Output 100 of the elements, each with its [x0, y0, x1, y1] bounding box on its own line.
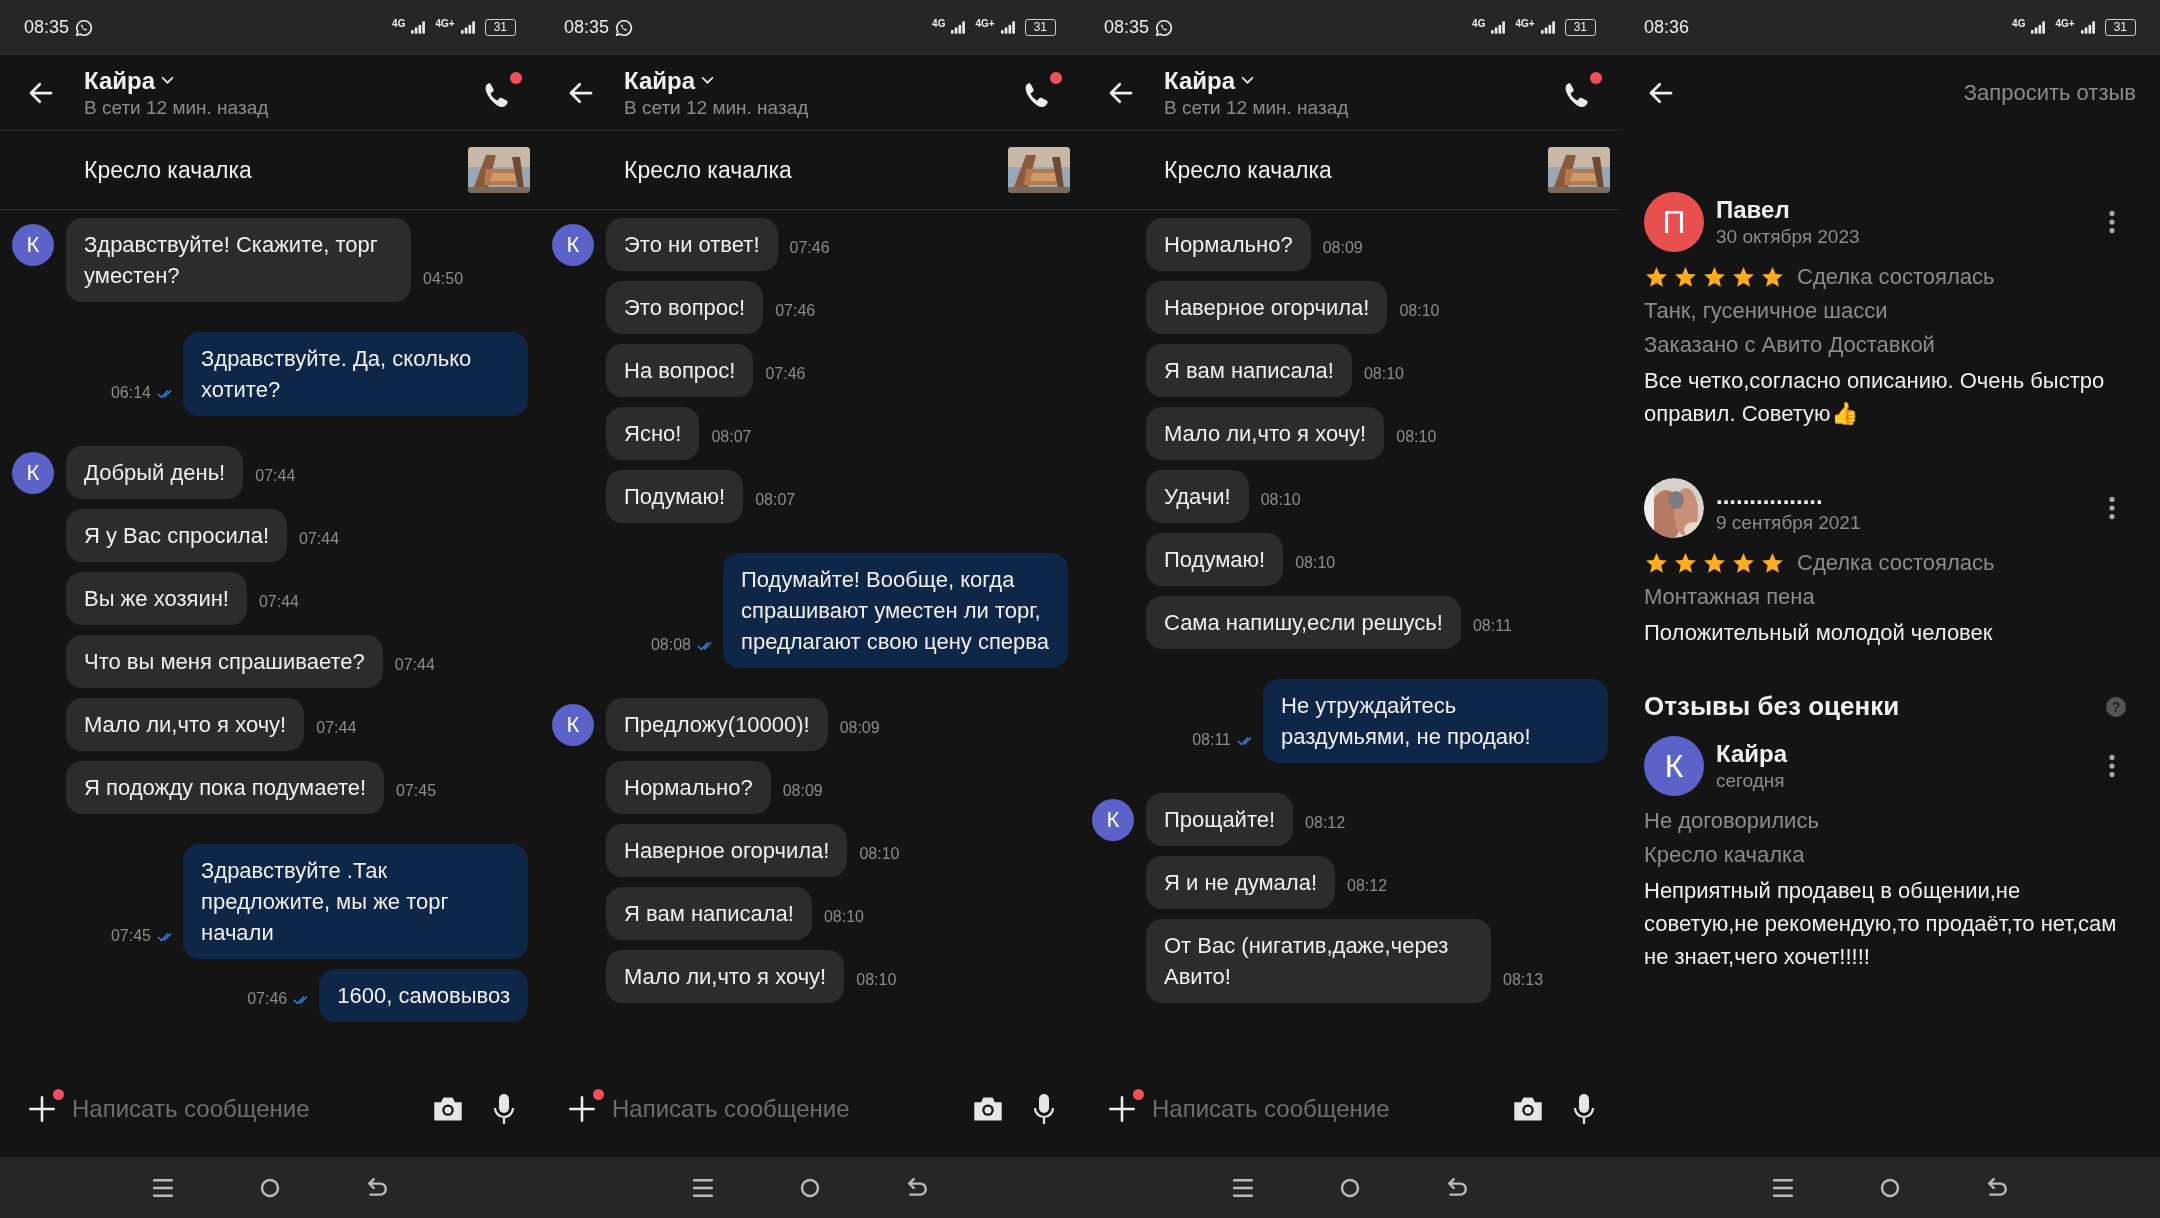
plus-icon[interactable] [568, 1094, 596, 1123]
message-bubble: Я и не думала! [1146, 856, 1336, 909]
message-bubble: Вы же хозяин! [66, 572, 247, 625]
chevron-down-icon[interactable] [701, 76, 715, 85]
message-time: 08:11 [1472, 617, 1512, 635]
message-time: 07:46 [247, 990, 288, 1008]
status-time: 08:36 [1644, 17, 1690, 38]
message-time: 08:09 [839, 719, 880, 737]
menu-icon[interactable] [1772, 1177, 1795, 1198]
back-icon[interactable] [905, 1177, 928, 1198]
signal-icon [460, 21, 475, 34]
listing-title[interactable]: Кресло качалка [84, 156, 468, 184]
message-bubble: Здравствуйте! Скажите, торг уместен? [66, 218, 411, 302]
network-label: 4G+ [2055, 18, 2075, 29]
review-text: Неприятный продавец в общении,не советую,не рекомендую,то продаёт,то нет,сам не знает,чего хочет!!!!! [1644, 878, 2117, 969]
more-icon[interactable] [2108, 210, 2116, 234]
message-bubble: Я вам написала! [1146, 344, 1352, 397]
deal-status: Сделка состоялась [1797, 264, 1995, 290]
message-time: 08:13 [1503, 971, 1544, 989]
message-bubble: Я у Вас спросила! [66, 509, 287, 562]
message-bubble: Наверное огорчила! [606, 824, 848, 877]
message-bubble: Наверное огорчила! [1146, 281, 1388, 334]
message-bubble: Прощайте! [1146, 793, 1294, 846]
message-bubble: Я вам написала! [606, 887, 812, 940]
back-icon[interactable] [1985, 1177, 2008, 1198]
message-bubble: Удачи! [1146, 470, 1249, 523]
chevron-down-icon[interactable] [161, 76, 175, 85]
message-bubble: Здравствуйте .Так предложите, мы же торг начали [183, 844, 528, 959]
menu-icon[interactable] [1232, 1177, 1255, 1198]
home-icon[interactable] [1339, 1177, 1361, 1198]
section-title: Отзывы без оценки [1644, 691, 1900, 722]
microphone-icon[interactable] [1032, 1091, 1056, 1126]
review-date: сегодня [1716, 770, 1786, 792]
battery-indicator: 31 [484, 19, 516, 36]
home-icon[interactable] [259, 1177, 281, 1198]
message-time: 07:46 [775, 302, 816, 320]
home-icon[interactable] [799, 1177, 821, 1198]
message-input[interactable]: Написать сообщение [610, 1093, 958, 1124]
listing-title[interactable]: Кресло качалка [1164, 156, 1548, 184]
message-bubble: Это ни ответ! [606, 218, 778, 271]
microphone-icon[interactable] [492, 1091, 516, 1126]
message-time: 04:50 [423, 270, 464, 288]
message-input[interactable]: Написать сообщение [70, 1093, 418, 1124]
reviewer-name: Кайра [1716, 740, 1789, 768]
message-time: 07:44 [299, 530, 340, 548]
message-time: 08:10 [1295, 554, 1336, 572]
user-avatar: К [1644, 736, 1704, 796]
menu-icon[interactable] [692, 1177, 715, 1198]
battery-indicator: 31 [1564, 19, 1596, 36]
network-label: 4G [1472, 18, 1486, 29]
signal-icon [411, 21, 426, 34]
user-avatar: К [1092, 799, 1134, 841]
more-icon[interactable] [2108, 496, 2116, 520]
chevron-down-icon[interactable] [1241, 76, 1255, 85]
listing-title[interactable]: Кресло качалка [624, 156, 1008, 184]
request-review-button[interactable]: Запросить отзыв [1963, 79, 2136, 106]
contact-name[interactable]: Кайра [624, 66, 696, 95]
message-time: 07:45 [110, 927, 151, 945]
back-icon[interactable] [365, 1177, 388, 1198]
message-time: 08:12 [1347, 877, 1388, 895]
message-time: 08:11 [1192, 731, 1231, 749]
more-icon[interactable] [2108, 754, 2116, 778]
plus-icon[interactable] [28, 1094, 56, 1123]
contact-name[interactable]: Кайра [84, 66, 156, 95]
signal-icon [1000, 21, 1015, 34]
message-bubble: 1600, самовывоз [319, 969, 528, 1022]
item-name: Кресло качалка [1644, 841, 1806, 869]
home-icon[interactable] [1879, 1177, 1901, 1198]
contact-name[interactable]: Кайра [1164, 66, 1236, 95]
user-avatar: К [552, 224, 594, 266]
microphone-icon[interactable] [1572, 1091, 1596, 1126]
signal-icon [1540, 21, 1555, 34]
message-time: 07:44 [394, 656, 435, 674]
item-name: Монтажная пена [1644, 583, 1816, 611]
item-name: Танк, гусеничное шасси [1644, 297, 1889, 325]
message-time: 08:10 [1260, 491, 1301, 509]
plus-icon[interactable] [1108, 1094, 1136, 1123]
network-label: 4G+ [435, 18, 455, 29]
message-time: 07:44 [255, 467, 296, 485]
message-time: 08:10 [1399, 302, 1440, 320]
message-time: 08:12 [1305, 814, 1346, 832]
message-bubble: Нормально? [606, 761, 771, 814]
back-icon[interactable] [1445, 1177, 1468, 1198]
user-avatar: П [1644, 192, 1704, 252]
message-time: 07:46 [789, 239, 830, 257]
menu-icon[interactable] [152, 1177, 175, 1198]
message-input[interactable]: Написать сообщение [1150, 1093, 1498, 1124]
review-date: 9 сентября 2021 [1716, 512, 1862, 534]
review-text: Все четко,согласно описанию. Очень быстро оправил. Советую👍 [1644, 368, 2105, 426]
message-time: 08:09 [1322, 239, 1363, 257]
message-bubble: Сама напишу,если решусь! [1146, 596, 1461, 649]
user-avatar: К [552, 704, 594, 746]
message-time: 08:10 [1396, 428, 1437, 446]
message-bubble: Ясно! [606, 407, 700, 460]
status-time: 08:35 [564, 17, 610, 38]
user-avatar: К [12, 224, 54, 266]
message-time: 08:07 [711, 428, 752, 446]
message-bubble: От Вас (нигатив,даже,через Авито! [1146, 919, 1491, 1003]
message-time: 08:10 [1363, 365, 1404, 383]
network-label: 4G [392, 18, 406, 29]
